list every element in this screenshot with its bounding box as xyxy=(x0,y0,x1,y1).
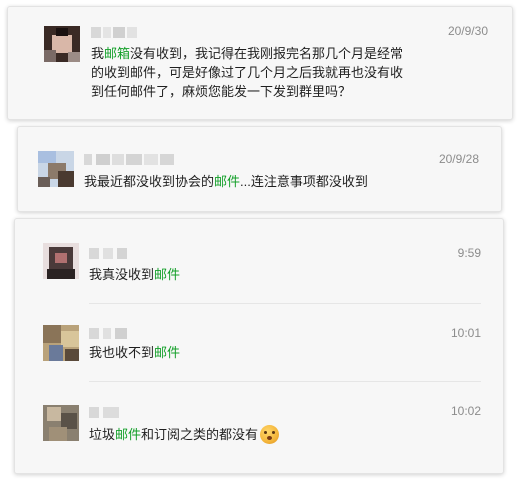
comment-time: 20/9/28 xyxy=(438,152,479,166)
keyword-highlight: 邮件 xyxy=(115,427,142,442)
comment-time: 20/9/30 xyxy=(447,24,488,38)
shocked-face-emoji-icon xyxy=(260,425,280,444)
comment-card: 20/9/28 我最近都没收到协会的邮件...连注意事项都没收到 xyxy=(17,126,502,212)
username-blurred[interactable] xyxy=(89,407,123,418)
reply-text: 垃圾邮件和订阅之类的都没有 xyxy=(89,425,479,444)
username-blurred[interactable] xyxy=(89,248,131,259)
keyword-highlight: 邮件 xyxy=(214,174,241,189)
reply-time: 10:02 xyxy=(450,404,481,418)
reply-text: 我也收不到邮件 xyxy=(89,345,181,360)
username-blurred[interactable] xyxy=(84,154,180,165)
reply-time: 9:59 xyxy=(457,246,481,260)
divider xyxy=(89,303,481,304)
comment-text: 我邮箱没有收到，我记得在我刚报完名那几个月是经常的收到邮件，可是好像过了几个月之… xyxy=(91,46,404,99)
comment-card: 20/9/30 我邮箱没有收到，我记得在我刚报完名那几个月是经常的收到邮件，可是… xyxy=(7,6,513,120)
avatar[interactable] xyxy=(43,325,79,361)
avatar[interactable] xyxy=(43,243,79,279)
username-blurred[interactable] xyxy=(89,328,129,339)
comment-text: 我最近都没收到协会的邮件...连注意事项都没收到 xyxy=(84,174,368,189)
keyword-highlight: 邮件 xyxy=(154,267,181,282)
keyword-highlight: 邮箱 xyxy=(104,46,131,61)
avatar[interactable] xyxy=(43,405,79,441)
reply-text: 我真没收到邮件 xyxy=(89,267,181,282)
divider xyxy=(89,381,481,382)
avatar[interactable] xyxy=(38,151,74,187)
reply-thread: 9:59 我真没收到邮件 10:01 我也收不到邮件 10:02 垃圾邮件和订阅… xyxy=(14,218,504,474)
keyword-highlight: 邮件 xyxy=(154,345,181,360)
username-blurred[interactable] xyxy=(91,27,149,38)
reply-time: 10:01 xyxy=(450,326,481,340)
avatar[interactable] xyxy=(44,26,80,62)
